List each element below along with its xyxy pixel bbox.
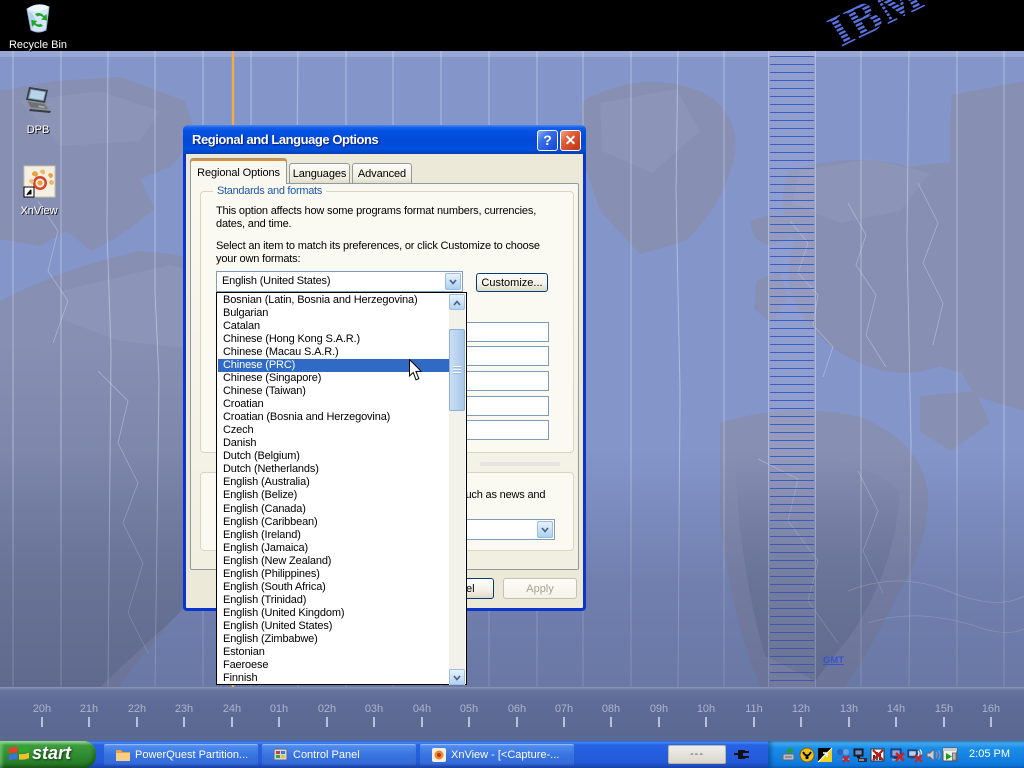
- svg-text:GMT: GMT: [823, 655, 844, 666]
